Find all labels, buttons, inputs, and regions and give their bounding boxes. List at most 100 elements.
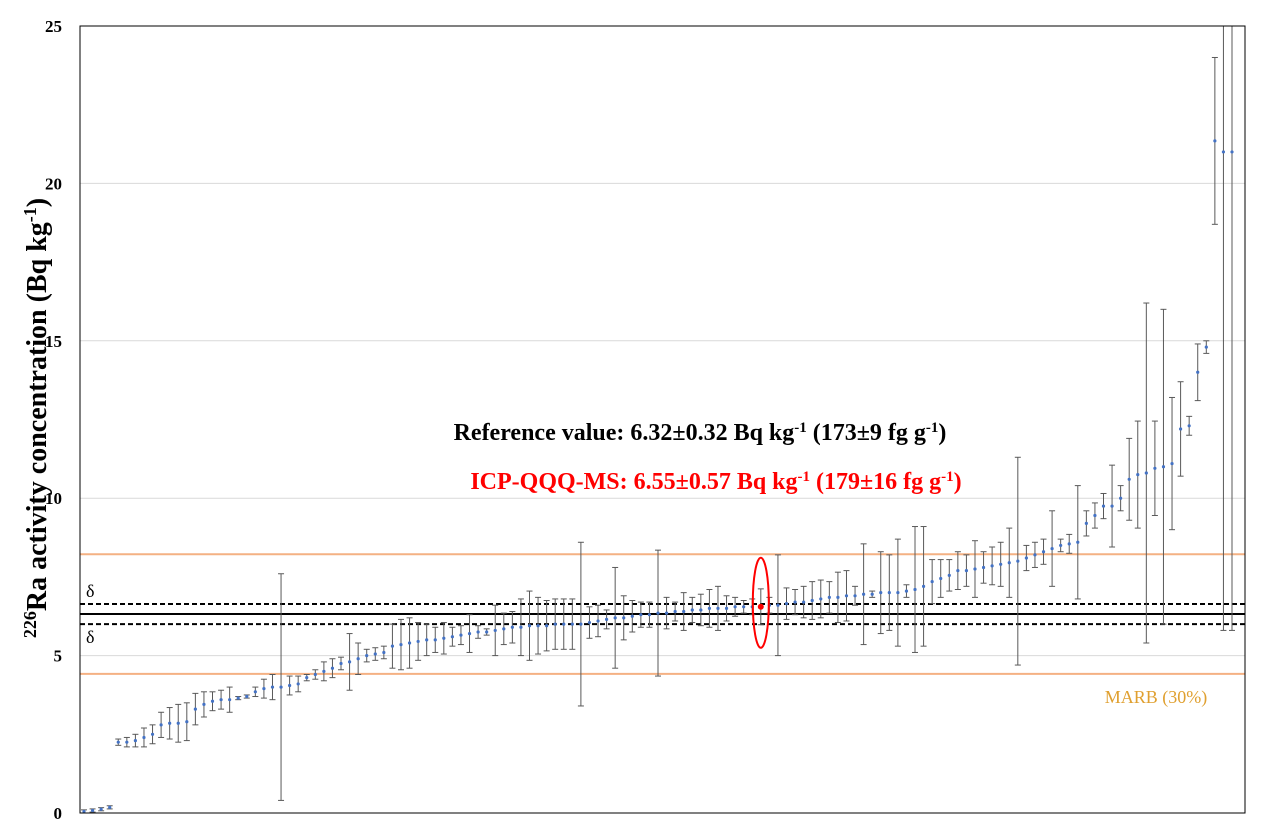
data-point — [879, 591, 883, 595]
data-point — [433, 638, 437, 642]
data-point — [947, 573, 951, 577]
y-axis-title: 226Ra activity concentration (Bq kg-1) — [20, 198, 53, 638]
data-point — [742, 605, 746, 609]
data-point — [1007, 561, 1011, 565]
data-point — [228, 698, 232, 702]
data-point — [373, 652, 377, 656]
data-point — [1084, 521, 1088, 525]
highlight-point — [757, 603, 764, 610]
data-point — [510, 625, 514, 629]
data-point — [579, 622, 583, 626]
data-point — [313, 672, 317, 677]
data-point — [1033, 553, 1037, 557]
data-point — [1110, 504, 1114, 508]
data-point — [870, 592, 874, 596]
reference-value-annotation: Reference value: 6.32±0.32 Bq kg-1 (173±… — [454, 420, 947, 446]
data-point — [604, 617, 609, 621]
data-point — [973, 567, 977, 571]
data-point — [921, 584, 926, 588]
data-point — [1041, 550, 1046, 554]
error-bar — [1229, 26, 1235, 631]
data-point — [964, 569, 969, 573]
data-point — [245, 694, 249, 699]
data-point — [913, 587, 917, 592]
data-point — [622, 616, 626, 620]
data-point — [399, 642, 403, 647]
data-point — [262, 687, 266, 691]
data-point — [176, 721, 180, 725]
data-point — [1093, 513, 1097, 518]
data-point — [270, 685, 275, 689]
data-point — [210, 699, 215, 703]
data-point — [827, 595, 831, 599]
data-point — [939, 576, 943, 581]
data-point — [90, 808, 95, 813]
data-point — [1016, 559, 1020, 563]
data-point — [125, 740, 129, 744]
delta-upper-label: δ — [86, 581, 94, 601]
data-point — [347, 660, 352, 664]
data-point — [236, 696, 240, 700]
data-point — [116, 740, 120, 744]
data-point — [502, 627, 506, 631]
data-point — [1221, 150, 1226, 154]
data-point — [733, 605, 737, 609]
data-point — [1213, 139, 1217, 143]
annotations: Reference value: 6.32±0.32 Bq kg-1 (173±… — [86, 420, 1207, 708]
data-point — [776, 603, 780, 607]
data-point — [1024, 556, 1028, 560]
data-point — [1178, 427, 1183, 431]
data-point — [159, 723, 163, 727]
y-tick-label: 20 — [45, 174, 62, 193]
data-point — [527, 624, 532, 628]
data-point — [99, 807, 103, 811]
data-point — [930, 580, 934, 584]
data-point — [476, 630, 480, 634]
data-point — [1196, 370, 1200, 374]
data-point — [133, 738, 138, 743]
data-point — [1059, 543, 1063, 548]
y-axis-label: 226Ra activity concentration (Bq kg-1) — [20, 198, 53, 638]
data-point — [613, 616, 617, 620]
data-point — [279, 685, 283, 689]
reference-lines — [80, 602, 1245, 626]
data-point — [587, 620, 592, 625]
data-point — [690, 608, 694, 612]
data-point — [904, 589, 909, 593]
data-point — [716, 606, 720, 610]
data-point — [442, 636, 446, 640]
data-point — [1067, 542, 1071, 546]
data-point — [887, 591, 891, 595]
data-point — [108, 805, 112, 809]
data-point — [673, 609, 677, 614]
data-point — [365, 654, 369, 658]
data-point — [202, 702, 206, 706]
data-point — [519, 625, 523, 629]
data-point — [596, 619, 600, 623]
data-point — [862, 592, 866, 596]
data-point — [1119, 496, 1123, 500]
data-point — [288, 683, 292, 688]
data-point — [981, 565, 986, 570]
marb-label: MARB (30%) — [1105, 687, 1208, 708]
data-point — [1230, 150, 1234, 154]
data-point — [339, 661, 343, 666]
y-tick-label: 5 — [54, 647, 63, 666]
data-point — [647, 613, 652, 617]
data-point — [630, 614, 634, 618]
data-point — [450, 635, 454, 639]
data-point — [639, 613, 643, 617]
data-point — [356, 657, 360, 661]
data-point — [219, 698, 223, 702]
data-point — [699, 608, 703, 612]
data-point — [1076, 540, 1080, 544]
data-point — [793, 600, 797, 604]
data-point — [1144, 471, 1148, 475]
data-point — [682, 609, 686, 614]
data-point — [493, 628, 497, 633]
data-point — [168, 721, 172, 725]
data-point — [390, 644, 395, 648]
data-point — [382, 650, 386, 655]
data-point — [142, 735, 146, 740]
data-point — [784, 602, 789, 606]
